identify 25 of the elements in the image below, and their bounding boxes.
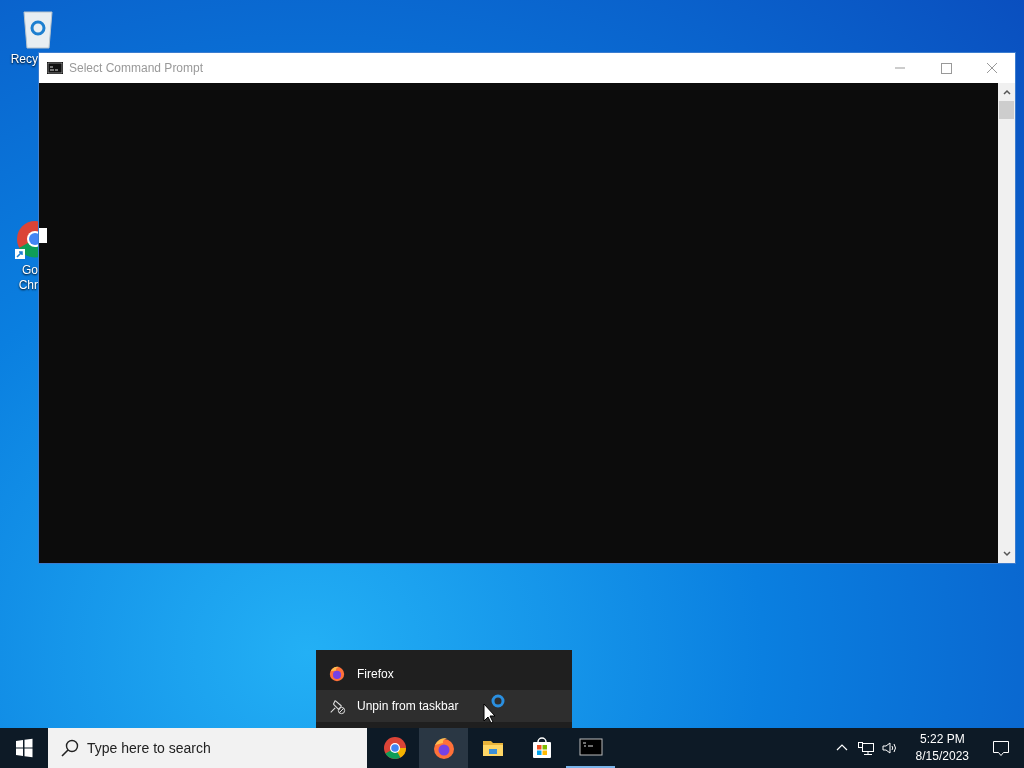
- scroll-thumb[interactable]: [999, 101, 1014, 119]
- menu-item[interactable]: Firefox: [316, 658, 572, 690]
- clock-date: 8/15/2023: [915, 748, 969, 765]
- notifications-icon[interactable]: [991, 738, 1011, 758]
- scroll-down-icon[interactable]: [1001, 550, 1012, 558]
- scrollbar[interactable]: [998, 83, 1015, 563]
- window-title: Select Command Prompt: [69, 61, 205, 75]
- network-icon[interactable]: [856, 740, 875, 756]
- menu-item[interactable]: Unpin from taskbar: [316, 690, 572, 722]
- firefox-icon: [328, 665, 346, 683]
- unpin-icon: [328, 697, 346, 715]
- desktop-icon-label[interactable]: Recy: [10, 52, 38, 67]
- volume-icon[interactable]: [880, 740, 899, 756]
- search-icon: [60, 738, 80, 758]
- scroll-up-icon[interactable]: [1001, 88, 1012, 96]
- console-icon: [47, 62, 63, 74]
- desktop-icon-label[interactable]: Go: [22, 263, 38, 278]
- clock[interactable]: 5:22 PM 8/15/2023: [915, 731, 969, 765]
- firefox-icon: [431, 736, 456, 760]
- search-field[interactable]: Type here to search: [48, 728, 367, 768]
- desktop-icon-label[interactable]: Chr: [18, 278, 38, 293]
- firefox-taskbar-button[interactable]: [419, 728, 468, 768]
- console-icon: [578, 735, 603, 759]
- clock-time: 5:22 PM: [919, 731, 965, 748]
- chrome-icon: [382, 736, 407, 760]
